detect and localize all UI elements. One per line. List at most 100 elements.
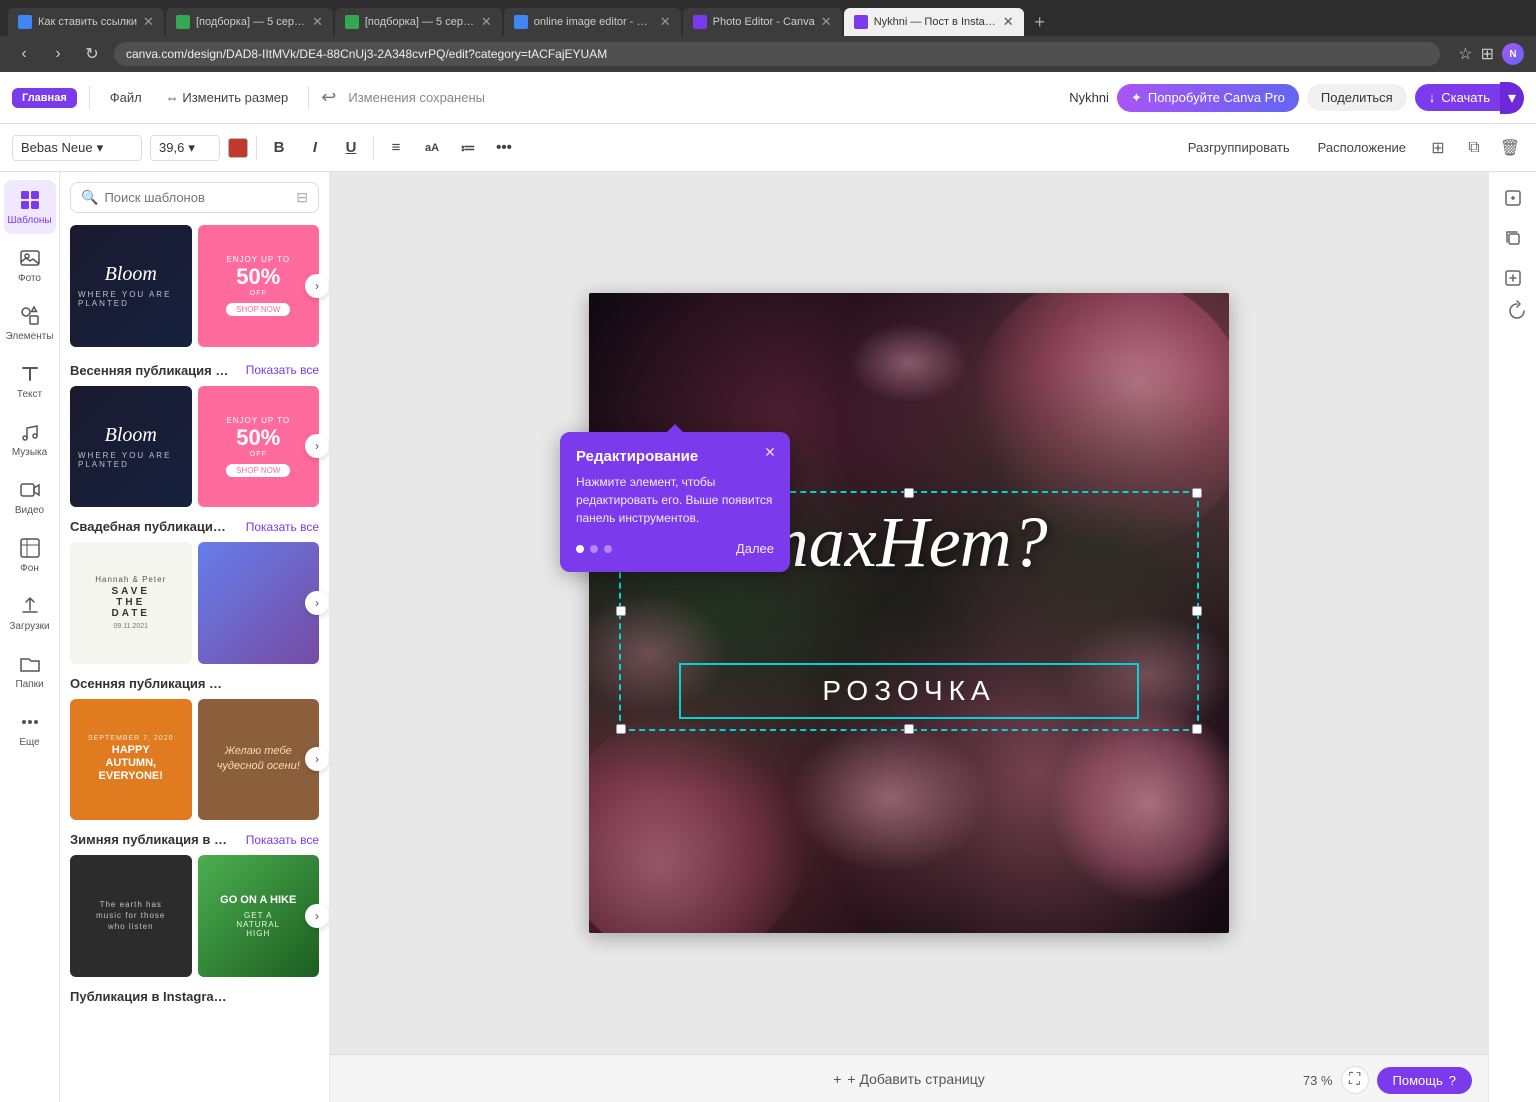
tooltip-dots bbox=[576, 545, 612, 553]
list-button[interactable]: ≔ bbox=[454, 134, 482, 162]
winter-template-1[interactable]: The earth hasmusic for thosewho listen bbox=[70, 855, 192, 977]
canva-app: Главная Файл ⇔ Изменить размер ↩ Изменен… bbox=[0, 72, 1536, 1102]
more-section-header: Публикация в Instagram и... bbox=[70, 989, 319, 1004]
home-button[interactable]: Главная bbox=[12, 88, 77, 108]
download-button[interactable]: ↓ Скачать bbox=[1415, 84, 1504, 111]
ungroup-button[interactable]: Разгруппировать bbox=[1178, 136, 1300, 159]
refresh-button[interactable]: ↻ bbox=[80, 42, 104, 66]
sidebar-item-video[interactable]: Видео bbox=[4, 470, 56, 524]
tooltip-text: Нажмите элемент, чтобы редактировать его… bbox=[576, 473, 774, 527]
help-button[interactable]: Помощь ? bbox=[1377, 1067, 1472, 1094]
winter-carousel-button[interactable]: › bbox=[305, 904, 329, 928]
sidebar-item-more[interactable]: Еще bbox=[4, 702, 56, 756]
bold-button[interactable]: B bbox=[265, 134, 293, 162]
file-menu-button[interactable]: Файл bbox=[102, 86, 150, 109]
templates-icon bbox=[18, 188, 42, 212]
add-page-button[interactable]: + + Добавить страницу bbox=[833, 1071, 985, 1087]
fmt-sep-2 bbox=[373, 136, 374, 160]
share-button[interactable]: Поделиться bbox=[1307, 84, 1407, 111]
resize-label: Изменить размер bbox=[182, 90, 288, 105]
undo-button[interactable]: ↩ bbox=[321, 87, 336, 108]
tab-2-close[interactable]: ✕ bbox=[312, 14, 323, 30]
align-button[interactable]: ≡ bbox=[382, 134, 410, 162]
spring-templates-grid: Bloom WHERE YOU ARE PLANTED ENJOY UP TO … bbox=[70, 386, 319, 508]
bookmark-icon[interactable]: ☆ bbox=[1458, 44, 1472, 64]
featured-template-1[interactable]: Bloom WHERE YOU ARE PLANTED bbox=[70, 225, 192, 347]
sidebar-item-elements[interactable]: Элементы bbox=[4, 296, 56, 350]
tab-2[interactable]: [подборка] — 5 сервисов дл... ✕ bbox=[166, 8, 333, 36]
sidebar-item-background[interactable]: Фон bbox=[4, 528, 56, 582]
grid-icon-button[interactable]: ⊞ bbox=[1424, 134, 1452, 162]
wedding-show-all[interactable]: Показать все bbox=[246, 520, 319, 534]
arrange-button[interactable]: Расположение bbox=[1308, 136, 1416, 159]
help-label: Помощь bbox=[1393, 1073, 1443, 1088]
autumn-carousel-button[interactable]: › bbox=[305, 747, 329, 771]
forward-button[interactable]: › bbox=[46, 42, 70, 66]
add-icon: + bbox=[833, 1071, 841, 1087]
tab-3-close[interactable]: ✕ bbox=[481, 14, 492, 30]
spring-template-1[interactable]: Bloom WHERE YOU ARE PLANTED bbox=[70, 386, 192, 508]
sidebar-item-folders[interactable]: Папки bbox=[4, 644, 56, 698]
new-tab-button[interactable]: + bbox=[1026, 8, 1054, 36]
download-chevron-button[interactable]: ▾ bbox=[1500, 82, 1524, 114]
sidebar-item-photos[interactable]: Фото bbox=[4, 238, 56, 292]
resize-canvas-button[interactable] bbox=[1495, 180, 1531, 216]
tab-5[interactable]: Photo Editor - Canva ✕ bbox=[683, 8, 842, 36]
toolbar-divider-1 bbox=[89, 86, 90, 110]
resize-button[interactable]: ⇔ Изменить размер bbox=[158, 86, 297, 109]
autumn-template-1[interactable]: SEPTEMBER 7, 2020 HAPPYAUTUMN,EVERYONE! bbox=[70, 699, 192, 821]
tab-1-close[interactable]: ✕ bbox=[143, 14, 154, 30]
spring-carousel-button[interactable]: › bbox=[305, 434, 329, 458]
caps-button[interactable]: aA bbox=[418, 134, 446, 162]
winter-show-all[interactable]: Показать все bbox=[246, 833, 319, 847]
spring-template-2[interactable]: ENJOY UP TO 50% OFF SHOP NOW bbox=[198, 386, 320, 508]
sidebar-item-text[interactable]: Текст bbox=[4, 354, 56, 408]
tooltip-close-button[interactable]: ✕ bbox=[760, 442, 780, 462]
back-button[interactable]: ‹ bbox=[12, 42, 36, 66]
sidebar-item-music[interactable]: Музыка bbox=[4, 412, 56, 466]
canvas-sub-text[interactable]: РОЗОЧКА bbox=[679, 663, 1139, 719]
italic-button[interactable]: I bbox=[301, 134, 329, 162]
wedding-template-1[interactable]: Hannah & Peter SAVE THE DATE 09.11.2021 bbox=[70, 542, 192, 664]
resize-icon: ⇔ bbox=[166, 90, 179, 105]
spring-show-all[interactable]: Показать все bbox=[246, 363, 319, 377]
duplicate-button[interactable] bbox=[1495, 220, 1531, 256]
sidebar-item-templates[interactable]: Шаблоны bbox=[4, 180, 56, 234]
font-size-selector[interactable]: 39,6 ▾ bbox=[150, 135, 220, 161]
refresh-design-button[interactable] bbox=[1506, 300, 1528, 327]
address-text: canva.com/design/DAD8-IItMVk/DE4-88CnUj3… bbox=[126, 47, 607, 61]
profile-avatar[interactable]: N bbox=[1502, 43, 1524, 65]
zoom-expand-button[interactable]: ⛶ bbox=[1341, 1066, 1369, 1094]
tooltip-arrow bbox=[667, 424, 683, 432]
canvas-container[interactable]: Чем пахНет? РОЗОЧКА bbox=[330, 172, 1488, 1054]
address-input[interactable]: canva.com/design/DAD8-IItMVk/DE4-88CnUj3… bbox=[114, 42, 1440, 66]
autumn-template-2[interactable]: Желаю тебе чудесной осени! bbox=[198, 699, 320, 821]
tab-6-close[interactable]: ✕ bbox=[1003, 14, 1014, 30]
canvas[interactable]: Чем пахНет? РОЗОЧКА bbox=[589, 293, 1229, 933]
featured-template-2[interactable]: ENJOY UP TO 50% OFF SHOP NOW bbox=[198, 225, 320, 347]
text-color-swatch[interactable] bbox=[228, 138, 248, 158]
try-pro-button[interactable]: ✦ Попробуйте Canva Pro bbox=[1117, 84, 1299, 112]
sidebar-item-uploads[interactable]: Загрузки bbox=[4, 586, 56, 640]
extensions-icon[interactable]: ⊞ bbox=[1481, 44, 1494, 64]
add-element-button[interactable] bbox=[1495, 260, 1531, 296]
more-format-button[interactable]: ••• bbox=[490, 134, 518, 162]
tab-4-close[interactable]: ✕ bbox=[660, 14, 671, 30]
tab-5-close[interactable]: ✕ bbox=[821, 14, 832, 30]
duplicate-icon-button[interactable]: ⧉ bbox=[1460, 134, 1488, 162]
wedding-template-2[interactable] bbox=[198, 542, 320, 664]
font-selector[interactable]: Bebas Neue ▾ bbox=[12, 135, 142, 161]
featured-carousel-button[interactable]: › bbox=[305, 274, 329, 298]
underline-button[interactable]: U bbox=[337, 134, 365, 162]
spring-section-title: Весенняя публикация в Inst... bbox=[70, 363, 230, 378]
filter-icon[interactable]: ⊟ bbox=[296, 189, 308, 206]
tab-6[interactable]: Nykhni — Пост в Instagram ✕ bbox=[844, 8, 1024, 36]
tab-4[interactable]: online image editor - Поиск в... ✕ bbox=[504, 8, 681, 36]
trash-icon-button[interactable]: 🗑 bbox=[1496, 134, 1524, 162]
tooltip-next-button[interactable]: Далее bbox=[736, 541, 774, 556]
search-input[interactable] bbox=[104, 190, 290, 205]
winter-template-2[interactable]: GO ON A HIKE GET ANATURALHIGH bbox=[198, 855, 320, 977]
wedding-carousel-button[interactable]: › bbox=[305, 591, 329, 615]
tab-1[interactable]: Как ставить ссылки ✕ bbox=[8, 8, 164, 36]
tab-3[interactable]: [подборка] — 5 сервисов д... ✕ bbox=[335, 8, 502, 36]
